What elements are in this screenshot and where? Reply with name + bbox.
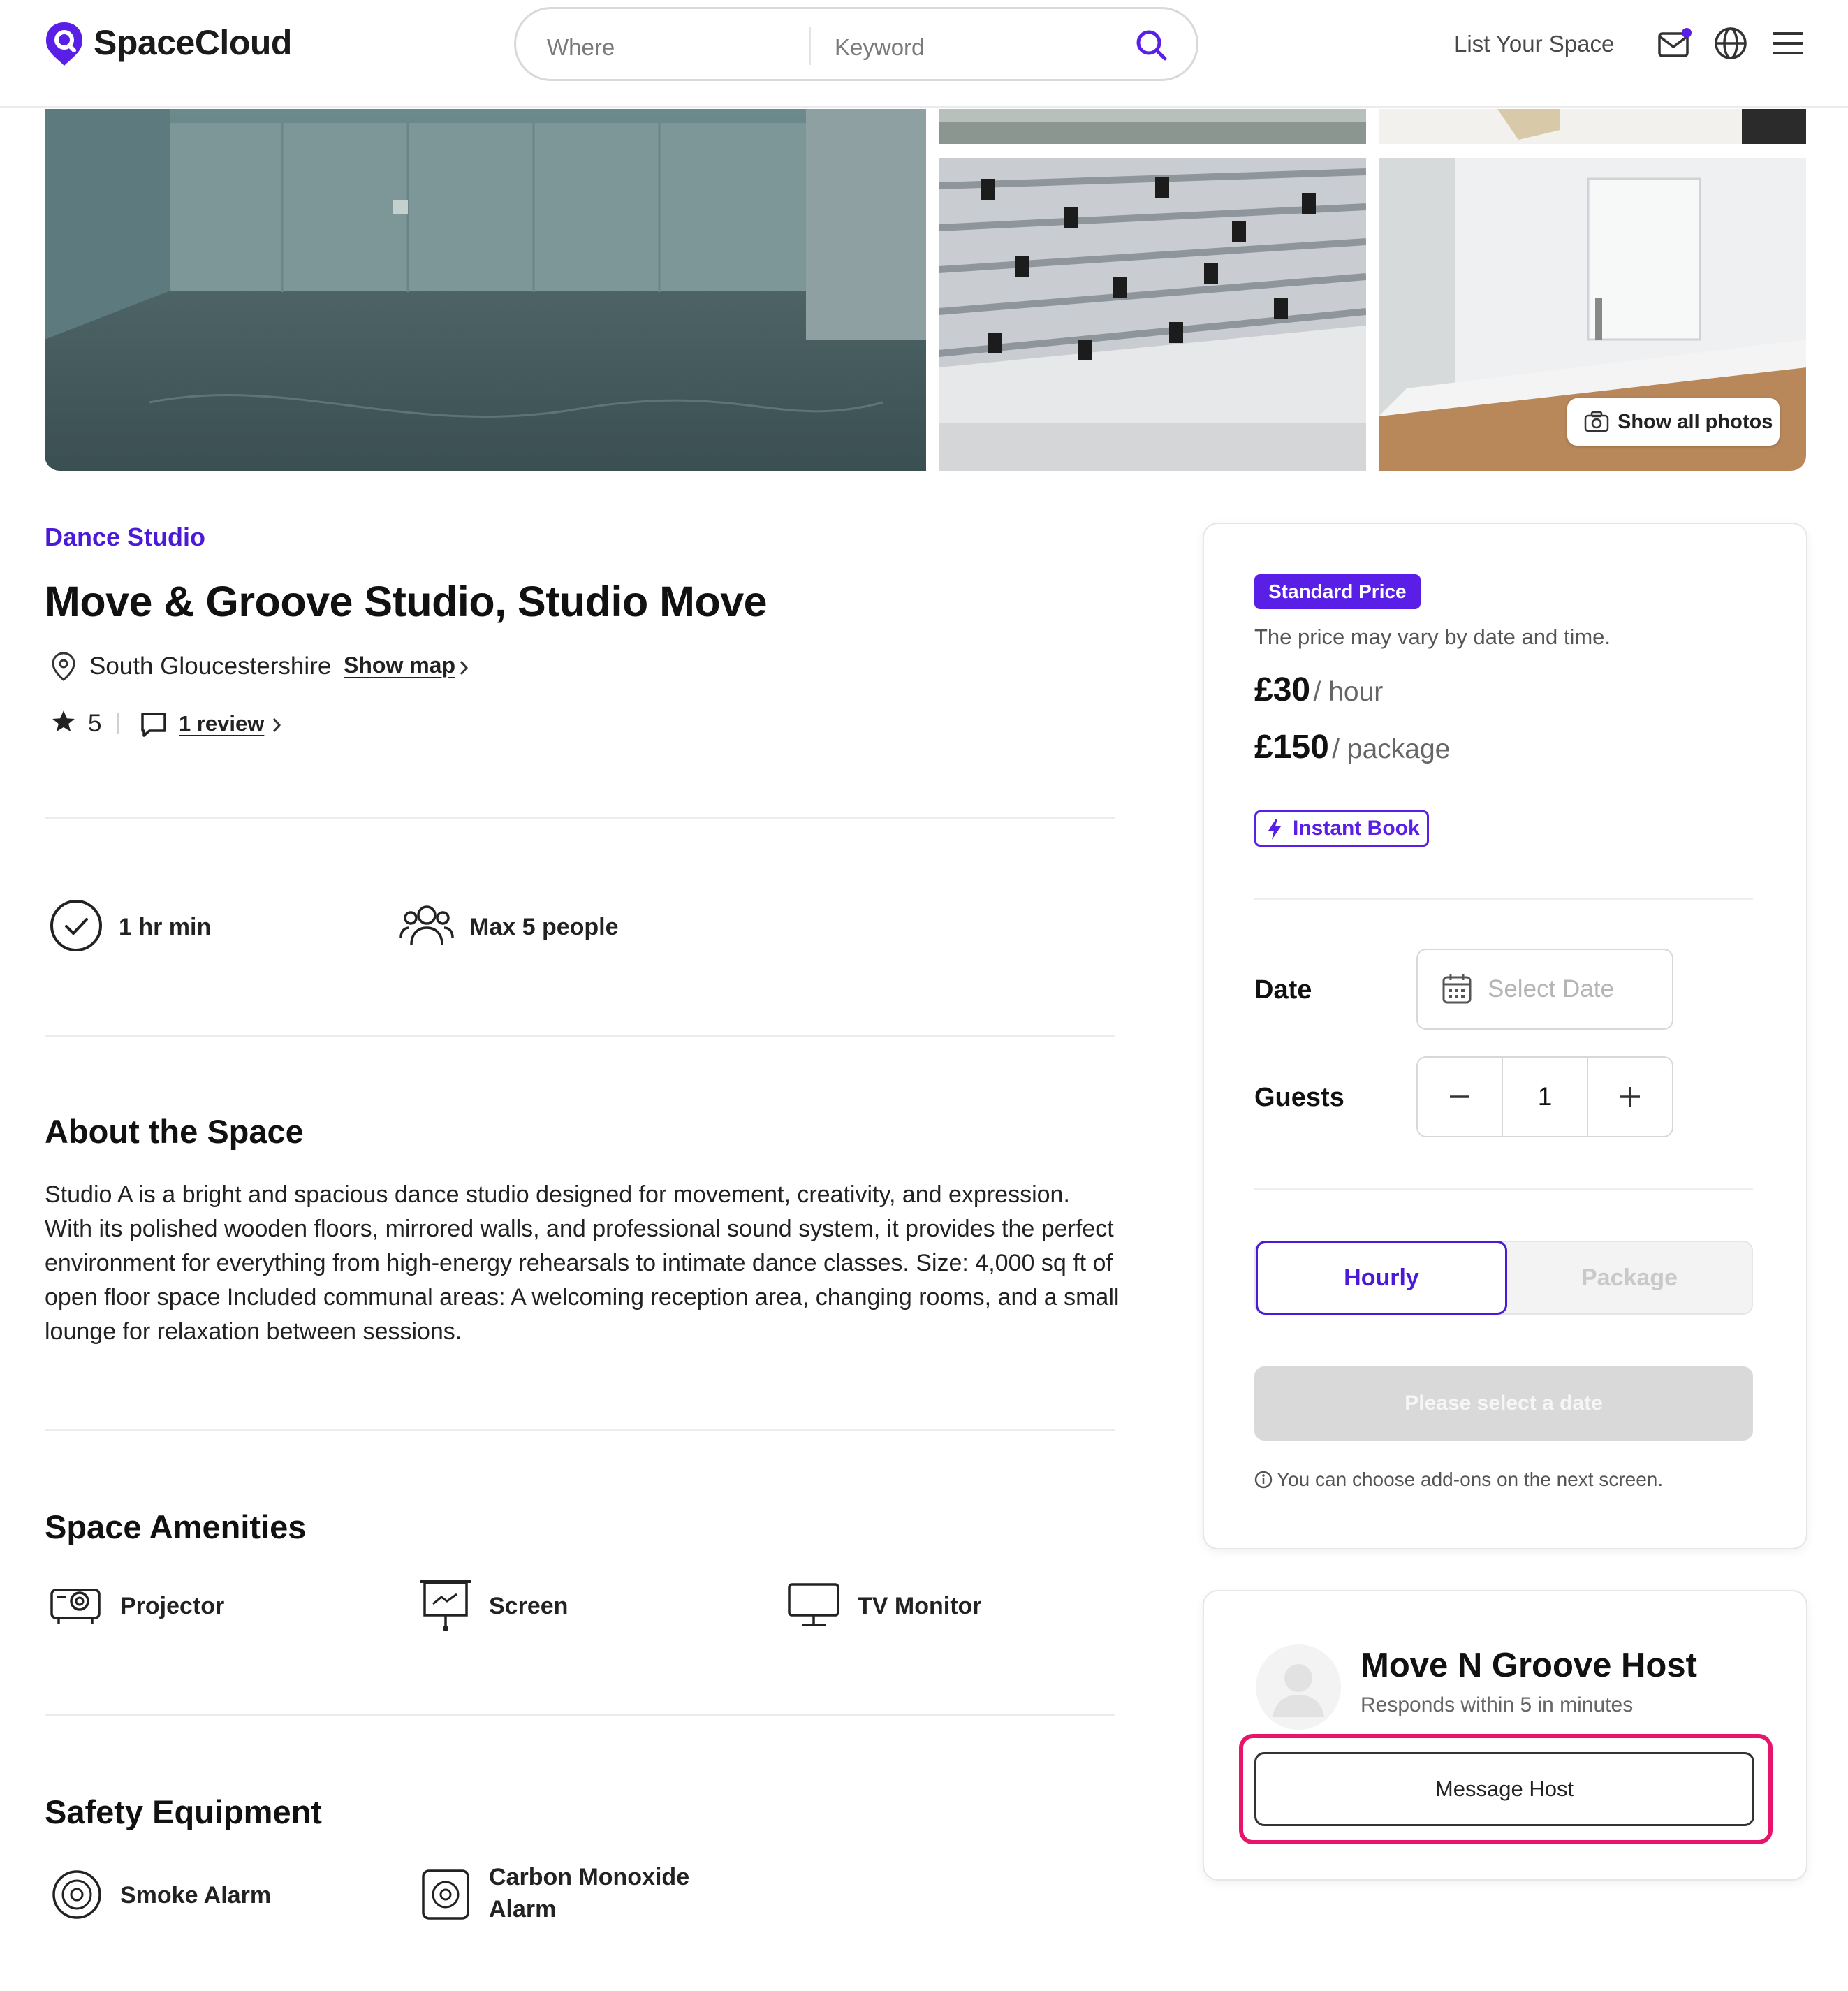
reviews-link[interactable]: 1 review — [179, 711, 264, 736]
photo-top-middle[interactable] — [939, 109, 1366, 144]
select-date-button[interactable]: Please select a date — [1254, 1366, 1753, 1441]
host-avatar[interactable] — [1256, 1644, 1341, 1730]
addon-note-text: You can choose add-ons on the next scree… — [1277, 1468, 1664, 1490]
chevron-right-icon[interactable] — [271, 717, 282, 737]
safety-co-alarm-line1: Carbon Monoxide — [489, 1864, 690, 1890]
listing-title: Move & Groove Studio, Studio Move — [45, 578, 768, 625]
highlight-outline — [1239, 1734, 1773, 1844]
section-divider — [45, 817, 1115, 819]
addon-note: You can choose add-ons on the next scree… — [1254, 1468, 1663, 1494]
map-pin-icon — [50, 651, 77, 685]
guests-decrement-button[interactable] — [1418, 1058, 1502, 1136]
standard-price-badge: Standard Price — [1254, 574, 1421, 609]
globe-icon[interactable] — [1713, 25, 1749, 61]
calendar-icon — [1442, 972, 1472, 1008]
pricing-toggle: Hourly Package — [1254, 1241, 1753, 1315]
top-nav: SpaceCloud Where Keyword List Your Space — [0, 0, 1848, 108]
about-heading: About the Space — [45, 1113, 304, 1150]
hourly-price-unit: / hour — [1313, 677, 1384, 707]
guests-label: Guests — [1254, 1083, 1344, 1112]
price-note: The price may vary by date and time. — [1254, 625, 1611, 649]
safety-co-alarm-line2: Alarm — [489, 1896, 557, 1923]
guests-stepper: 1 — [1416, 1056, 1673, 1137]
package-price-unit: / package — [1332, 734, 1451, 764]
lightning-icon — [1266, 818, 1283, 850]
instant-book-label: Instant Book — [1293, 817, 1420, 840]
keyword-input[interactable]: Keyword — [835, 34, 924, 61]
min-hours-feature: 1 hr min — [119, 914, 212, 940]
check-circle-icon — [49, 898, 103, 956]
hourly-price: £30 / hour — [1254, 671, 1383, 709]
about-description: Studio A is a bright and spacious dance … — [45, 1181, 1120, 1345]
camera-icon — [1584, 411, 1609, 433]
max-capacity-feature: Max 5 people — [469, 914, 619, 940]
rating-value: 5 — [88, 710, 102, 737]
people-icon — [399, 901, 454, 954]
card-divider — [1254, 898, 1753, 900]
smoke-alarm-icon — [50, 1868, 103, 1925]
rating-separator — [117, 713, 119, 734]
list-your-space-link[interactable]: List Your Space — [1454, 31, 1614, 57]
safety-smoke-alarm: Smoke Alarm — [120, 1882, 272, 1909]
guests-count[interactable]: 1 — [1502, 1058, 1588, 1136]
brand-logo-icon[interactable] — [45, 21, 84, 67]
projector-icon — [49, 1580, 102, 1631]
star-icon — [50, 708, 77, 738]
host-response-time: Responds within 5 in minutes — [1361, 1693, 1634, 1716]
location-text: South Gloucestershire — [89, 652, 332, 680]
date-label: Date — [1254, 975, 1312, 1005]
show-all-photos-button[interactable]: Show all photos — [1567, 398, 1780, 446]
package-price-amount: £150 — [1254, 729, 1329, 766]
co-alarm-icon — [420, 1868, 471, 1925]
brand-name[interactable]: SpaceCloud — [94, 22, 292, 63]
info-icon — [1254, 1471, 1273, 1494]
safety-heading: Safety Equipment — [45, 1793, 322, 1830]
section-divider — [45, 1714, 1115, 1716]
host-name[interactable]: Move N Groove Host — [1361, 1646, 1697, 1685]
package-price: £150 / package — [1254, 728, 1450, 766]
amenity-screen: Screen — [489, 1593, 569, 1619]
amenity-tv-monitor: TV Monitor — [858, 1593, 982, 1619]
photo-ceiling-lights[interactable] — [939, 158, 1366, 471]
comment-icon — [140, 711, 168, 741]
safety-co-alarm: Carbon Monoxide Alarm — [489, 1861, 689, 1925]
guests-increment-button[interactable] — [1588, 1058, 1672, 1136]
rating-row: 5 1 review — [45, 706, 324, 739]
chevron-right-icon[interactable] — [458, 659, 469, 680]
photo-top-right[interactable] — [1379, 109, 1806, 144]
screen-icon — [419, 1577, 472, 1637]
amenity-projector: Projector — [120, 1593, 225, 1619]
search-bar[interactable]: Where Keyword — [514, 7, 1198, 81]
amenities-heading: Space Amenities — [45, 1508, 307, 1545]
section-divider — [45, 1035, 1115, 1037]
search-divider — [809, 27, 811, 65]
main-photo[interactable] — [45, 109, 926, 471]
date-picker-field[interactable]: Select Date — [1416, 949, 1673, 1030]
menu-icon[interactable] — [1770, 25, 1806, 61]
show-all-photos-label: Show all photos — [1618, 411, 1773, 433]
show-map-link[interactable]: Show map — [344, 652, 455, 678]
where-input[interactable]: Where — [547, 34, 615, 61]
date-placeholder: Select Date — [1488, 975, 1614, 1002]
search-icon[interactable] — [1135, 29, 1168, 62]
listing-category[interactable]: Dance Studio — [45, 523, 205, 552]
section-divider — [45, 1429, 1115, 1431]
tv-monitor-icon — [786, 1580, 841, 1633]
hourly-toggle-button[interactable]: Hourly — [1256, 1241, 1507, 1315]
mail-icon[interactable] — [1657, 25, 1693, 61]
instant-book-badge: Instant Book — [1254, 810, 1429, 847]
card-divider — [1254, 1188, 1753, 1190]
package-toggle-button[interactable]: Package — [1507, 1242, 1752, 1313]
hourly-price-amount: £30 — [1254, 671, 1311, 708]
